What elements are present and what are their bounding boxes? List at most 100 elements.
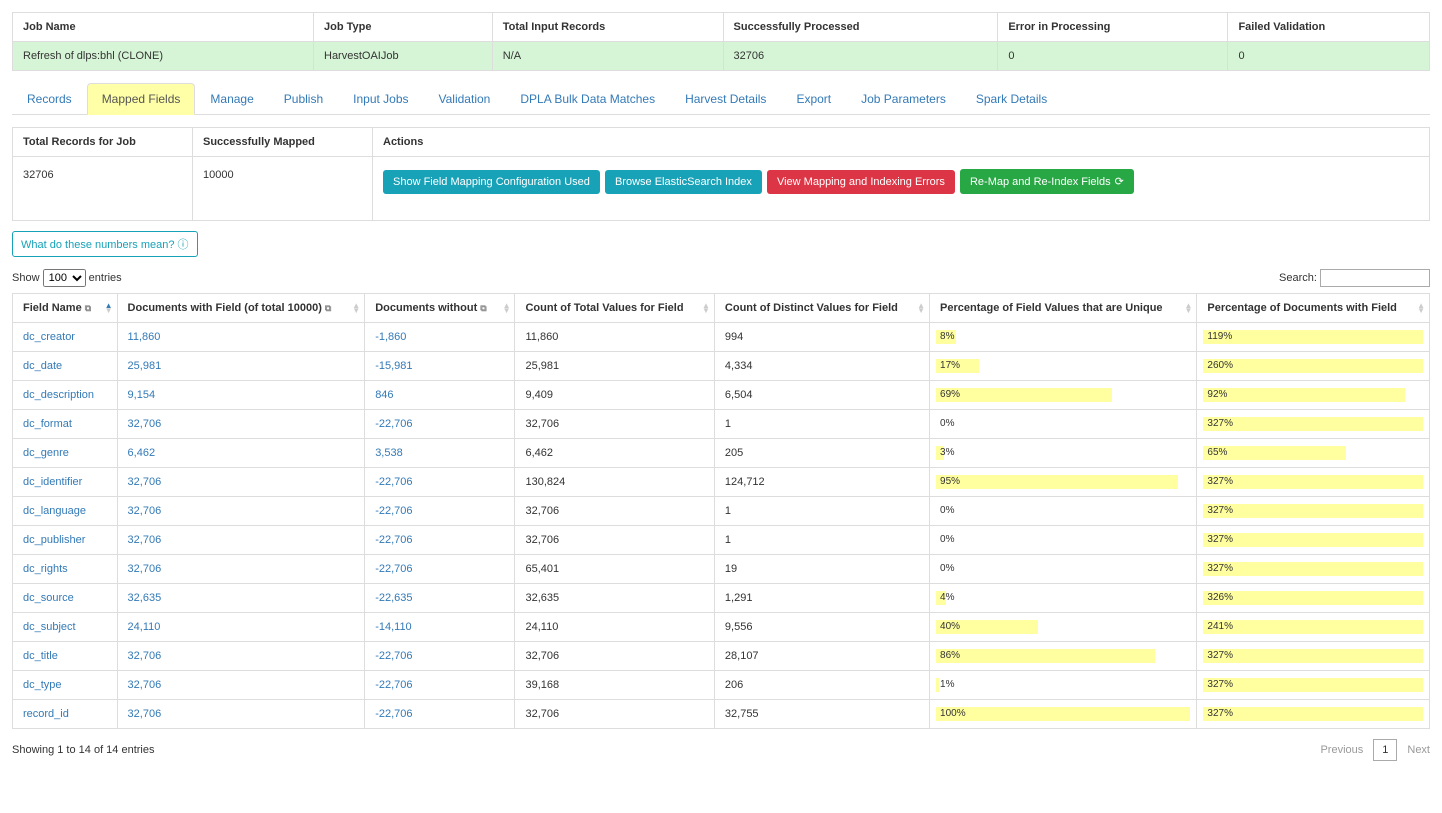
tab-publish[interactable]: Publish (269, 83, 338, 114)
docs-with-link[interactable]: 32,706 (128, 708, 162, 720)
page-1-button[interactable]: 1 (1373, 739, 1397, 761)
distinct-values: 28,107 (714, 642, 929, 671)
docs-without-link[interactable]: -22,706 (375, 505, 412, 517)
sort-icon: ▲▼ (917, 303, 925, 313)
tab-job-parameters[interactable]: Job Parameters (846, 83, 961, 114)
total-values: 25,981 (515, 352, 714, 381)
tab-input-jobs[interactable]: Input Jobs (338, 83, 423, 114)
entries-select[interactable]: 100 (43, 269, 86, 287)
docs-with-link[interactable]: 32,706 (128, 679, 162, 691)
previous-button[interactable]: Previous (1320, 744, 1363, 756)
docs-with-link[interactable]: 25,981 (128, 360, 162, 372)
tab-records[interactable]: Records (12, 83, 87, 114)
docs-with-link[interactable]: 9,154 (128, 389, 156, 401)
browse-es-button[interactable]: Browse ElasticSearch Index (605, 170, 762, 194)
field-link[interactable]: dc_date (23, 360, 62, 372)
dt-header[interactable]: Count of Distinct Values for Field▲▼ (714, 294, 929, 323)
tab-validation[interactable]: Validation (424, 83, 506, 114)
search-label: Search: (1279, 272, 1317, 284)
docs-with-link[interactable]: 32,706 (128, 563, 162, 575)
length-control: Show 100 entries (12, 269, 122, 287)
sort-icon: ▲▼ (1417, 303, 1425, 313)
docs-with-link[interactable]: 24,110 (128, 621, 161, 633)
docs-with-link[interactable]: 32,706 (128, 534, 162, 546)
col-total-records: Total Records for Job (13, 128, 193, 157)
tab-mapped-fields[interactable]: Mapped Fields (87, 83, 196, 115)
field-link[interactable]: dc_title (23, 650, 58, 662)
docs-with-link[interactable]: 32,706 (128, 650, 162, 662)
field-link[interactable]: record_id (23, 708, 69, 720)
docs-with-link[interactable]: 32,706 (128, 418, 162, 430)
tab-manage[interactable]: Manage (195, 83, 268, 114)
unique-pct-cell: 40% (930, 613, 1197, 642)
next-button[interactable]: Next (1407, 744, 1430, 756)
table-row: dc_date25,981-15,98125,9814,33417%260% (13, 352, 1430, 381)
summary-cell: 0 (998, 42, 1228, 71)
total-values: 32,706 (515, 526, 714, 555)
field-link[interactable]: dc_genre (23, 447, 69, 459)
dt-header[interactable]: Percentage of Field Values that are Uniq… (930, 294, 1197, 323)
docs-without-link[interactable]: -22,706 (375, 708, 412, 720)
tab-harvest-details[interactable]: Harvest Details (670, 83, 781, 114)
docs-with-link[interactable]: 32,706 (128, 505, 162, 517)
field-link[interactable]: dc_identifier (23, 476, 82, 488)
table-row: dc_title32,706-22,70632,70628,10786%327% (13, 642, 1430, 671)
total-values: 39,168 (515, 671, 714, 700)
sort-icon: ▲▼ (702, 303, 710, 313)
search-input[interactable] (1320, 269, 1430, 287)
unique-pct-cell: 86% (930, 642, 1197, 671)
total-values: 32,706 (515, 497, 714, 526)
show-config-button[interactable]: Show Field Mapping Configuration Used (383, 170, 600, 194)
external-link-icon: ⧉ (325, 303, 331, 313)
distinct-values: 994 (714, 323, 929, 352)
dt-header[interactable]: Documents without⧉▲▼ (365, 294, 515, 323)
total-values: 32,635 (515, 584, 714, 613)
docs-without-link[interactable]: -1,860 (375, 331, 406, 343)
docs-without-link[interactable]: -22,635 (375, 592, 412, 604)
docs-without-link[interactable]: -22,706 (375, 476, 412, 488)
remap-button[interactable]: Re-Map and Re-Index Fields⟳ (960, 169, 1134, 194)
tab-export[interactable]: Export (781, 83, 846, 114)
docs-with-link[interactable]: 32,706 (128, 476, 162, 488)
field-link[interactable]: dc_publisher (23, 534, 85, 546)
dt-header[interactable]: Documents with Field (of total 10000)⧉▲▼ (117, 294, 365, 323)
tab-spark-details[interactable]: Spark Details (961, 83, 1062, 114)
docs-with-link[interactable]: 11,860 (128, 331, 161, 343)
view-errors-button[interactable]: View Mapping and Indexing Errors (767, 170, 955, 194)
docs-without-link[interactable]: -14,110 (375, 621, 412, 633)
distinct-values: 1 (714, 410, 929, 439)
field-link[interactable]: dc_format (23, 418, 72, 430)
docs-with-link[interactable]: 6,462 (128, 447, 156, 459)
distinct-values: 6,504 (714, 381, 929, 410)
field-link[interactable]: dc_rights (23, 563, 68, 575)
summary-header: Failed Validation (1228, 13, 1430, 42)
dt-header[interactable]: Count of Total Values for Field▲▼ (515, 294, 714, 323)
docs-without-link[interactable]: -22,706 (375, 418, 412, 430)
distinct-values: 206 (714, 671, 929, 700)
docs-pct-cell: 326% (1197, 584, 1430, 613)
docs-with-link[interactable]: 32,635 (128, 592, 162, 604)
docs-without-link[interactable]: 846 (375, 389, 393, 401)
field-link[interactable]: dc_language (23, 505, 86, 517)
field-link[interactable]: dc_subject (23, 621, 76, 633)
dt-header[interactable]: Percentage of Documents with Field▲▼ (1197, 294, 1430, 323)
dt-header[interactable]: Field Name⧉▲▼ (13, 294, 118, 323)
distinct-values: 124,712 (714, 468, 929, 497)
docs-without-link[interactable]: -22,706 (375, 563, 412, 575)
field-link[interactable]: dc_source (23, 592, 74, 604)
field-link[interactable]: dc_description (23, 389, 94, 401)
help-numbers-button[interactable]: What do these numbers mean? ⓘ (12, 231, 198, 257)
docs-pct-cell: 260% (1197, 352, 1430, 381)
docs-pct-cell: 327% (1197, 555, 1430, 584)
docs-pct-cell: 327% (1197, 410, 1430, 439)
docs-without-link[interactable]: -22,706 (375, 534, 412, 546)
docs-without-link[interactable]: -15,981 (375, 360, 412, 372)
tab-dpla-bulk-data-matches[interactable]: DPLA Bulk Data Matches (505, 83, 670, 114)
summary-header: Job Name (13, 13, 314, 42)
field-link[interactable]: dc_creator (23, 331, 75, 343)
show-label-pre: Show (12, 272, 40, 284)
docs-without-link[interactable]: 3,538 (375, 447, 403, 459)
field-link[interactable]: dc_type (23, 679, 62, 691)
docs-without-link[interactable]: -22,706 (375, 650, 412, 662)
docs-without-link[interactable]: -22,706 (375, 679, 412, 691)
